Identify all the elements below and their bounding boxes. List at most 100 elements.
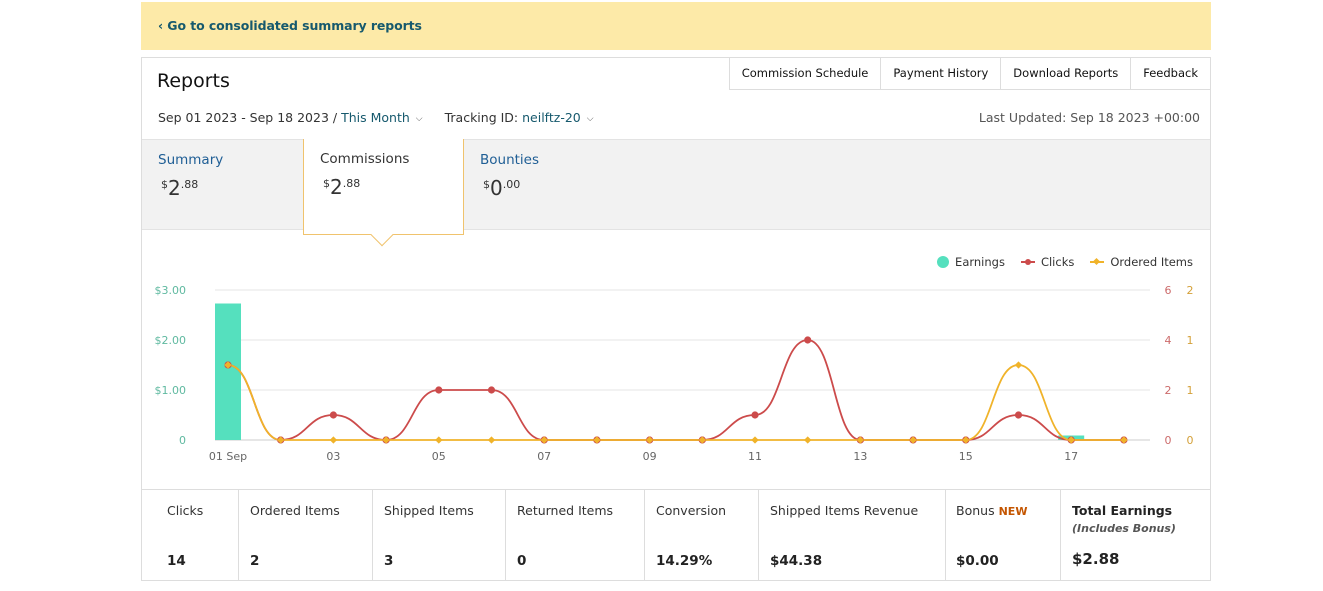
y-tick-ordered: 2 [1187, 284, 1194, 297]
earnings-bar [215, 303, 241, 440]
ordered-items-point [540, 436, 548, 444]
clicks-point [804, 336, 812, 344]
stat-total-earnings: Total Earnings (Includes Bonus) $2.88 [1061, 490, 1210, 581]
stat-value: 0 [517, 553, 527, 569]
stat-label: Ordered Items [250, 503, 340, 518]
ordered-items-point [382, 436, 390, 444]
x-tick-label: 11 [748, 450, 762, 463]
stat-value: 14.29% [656, 553, 713, 569]
chart-axis-labels: $3.00 6 2 $2.00 4 1 $1.00 2 1 0 0 0 01 Sep 03 05 07 09 11… [155, 284, 1194, 463]
stat-shipped-items: Shipped Items 3 [373, 490, 506, 581]
x-tick-label: 15 [959, 450, 973, 463]
stat-conversion: Conversion 14.29% [645, 490, 759, 581]
total-earnings-label: Total Earnings [1072, 503, 1173, 518]
period-dropdown[interactable]: This Month ⌵ [341, 110, 423, 125]
earnings-chart: $3.00 6 2 $2.00 4 1 $1.00 2 1 0 0 0 01 Sep 03 05 07 09 11… [155, 284, 1194, 463]
ordered-items-point [1014, 361, 1023, 369]
tab-bounties[interactable]: Bounties $0.00 [464, 140, 625, 230]
ordered-items-point [856, 436, 865, 444]
y-tick-earnings: 0 [179, 434, 186, 447]
currency-symbol: $ [483, 178, 490, 191]
amount-cents: .88 [342, 177, 361, 190]
stat-label: Clicks [167, 503, 204, 518]
tab-commissions[interactable]: Commissions $2.88 [303, 139, 464, 247]
stat-value: $44.38 [770, 553, 823, 569]
y-tick-clicks: 4 [1165, 334, 1172, 347]
y-tick-earnings: $3.00 [155, 284, 187, 297]
period-label: This Month [341, 110, 410, 125]
new-badge: NEW [998, 505, 1028, 518]
stat-label: Shipped Items Revenue [770, 503, 919, 518]
feedback-link[interactable]: Feedback [1131, 57, 1211, 90]
stat-value: $0.00 [956, 553, 999, 569]
includes-bonus-note: (Includes Bonus) [1072, 522, 1176, 535]
ordered-items-point [435, 436, 443, 444]
currency-symbol: $ [161, 178, 168, 191]
stat-label: Total Earnings (Includes Bonus) [1072, 503, 1176, 535]
page-title: Reports [157, 70, 230, 92]
x-tick-label: 09 [643, 450, 657, 463]
x-tick-label: 05 [432, 450, 446, 463]
clicks-point [751, 411, 759, 419]
earnings-tabs: Summary $2.88 Commissions $2.88 Bounties… [142, 139, 1210, 247]
report-filters: Sep 01 2023 - Sep 18 2023 / This Month ⌵ … [158, 110, 594, 125]
clicks-point [487, 386, 496, 394]
chevron-down-icon: ⌵ [415, 114, 423, 124]
tracking-label: Tracking ID: [444, 110, 519, 125]
reports-card: Reports Commission Schedule Payment Hist… [141, 57, 1211, 581]
y-tick-ordered: 0 [1187, 434, 1194, 447]
stat-value: 3 [384, 553, 394, 569]
commission-schedule-link[interactable]: Commission Schedule [728, 57, 882, 90]
stat-value: 2 [250, 553, 260, 569]
stat-value: 14 [167, 553, 186, 569]
tab-summary-label: Summary [158, 152, 224, 168]
stat-label: Conversion [656, 503, 727, 518]
download-reports-link[interactable]: Download Reports [1001, 57, 1132, 90]
stats-row: Clicks 14 Ordered Items 2 Shipped Items … [142, 489, 1210, 581]
ordered-items-point [698, 436, 706, 444]
clicks-point [1014, 411, 1023, 419]
y-tick-earnings: $1.00 [155, 384, 187, 397]
amount-cents: .00 [502, 178, 521, 191]
date-range: Sep 01 2023 - Sep 18 2023 / [158, 110, 338, 125]
tab-summary-amount: $2.88 [161, 176, 198, 200]
report-links: Commission Schedule Payment History Down… [728, 57, 1211, 90]
y-tick-clicks: 0 [1165, 434, 1172, 447]
consolidated-summary-link[interactable]: ‹ Go to consolidated summary reports [158, 18, 422, 33]
ordered-items-point [962, 436, 970, 444]
tab-bounties-label: Bounties [480, 152, 540, 168]
y-tick-ordered: 1 [1187, 334, 1194, 347]
ordered-items-point [593, 436, 601, 444]
last-updated: Last Updated: Sep 18 2023 +00:00 [978, 110, 1200, 125]
stat-label: Shipped Items [384, 503, 474, 518]
chart-grid [215, 289, 1150, 441]
stat-clicks: Clicks 14 [142, 490, 239, 581]
tab-commissions-label: Commissions [320, 151, 410, 167]
tab-summary[interactable]: Summary $2.88 [142, 140, 303, 230]
x-tick-label: 03 [326, 450, 340, 463]
ordered-items-point [645, 436, 654, 444]
ordered-items-point [277, 436, 285, 444]
stat-shipped-revenue: Shipped Items Revenue $44.38 [759, 490, 946, 581]
clicks-point [435, 386, 443, 394]
x-tick-label: 01 Sep [209, 450, 247, 463]
payment-history-link[interactable]: Payment History [881, 57, 1002, 90]
tab-bounties-amount: $0.00 [483, 176, 520, 200]
y-tick-ordered: 1 [1187, 384, 1194, 397]
y-tick-clicks: 2 [1165, 384, 1172, 397]
stat-label: Bonus NEW [956, 503, 1027, 518]
amount-whole: 2 [168, 176, 181, 200]
y-tick-earnings: $2.00 [155, 334, 187, 347]
tracking-id: neilftz-20 [522, 110, 581, 125]
bonus-label: Bonus [956, 503, 995, 518]
amount-cents: .88 [180, 178, 199, 191]
currency-symbol: $ [323, 177, 330, 190]
earnings-bars [215, 303, 1085, 440]
tracking-id-dropdown[interactable]: neilftz-20 ⌵ [522, 110, 593, 125]
ordered-items-point [751, 436, 759, 444]
stat-label: Returned Items [517, 503, 614, 518]
x-tick-label: 17 [1064, 450, 1078, 463]
amount-whole: 0 [490, 176, 503, 200]
stat-bonus: Bonus NEW $0.00 [946, 490, 1061, 581]
consolidated-reports-banner: ‹ Go to consolidated summary reports [141, 2, 1211, 50]
